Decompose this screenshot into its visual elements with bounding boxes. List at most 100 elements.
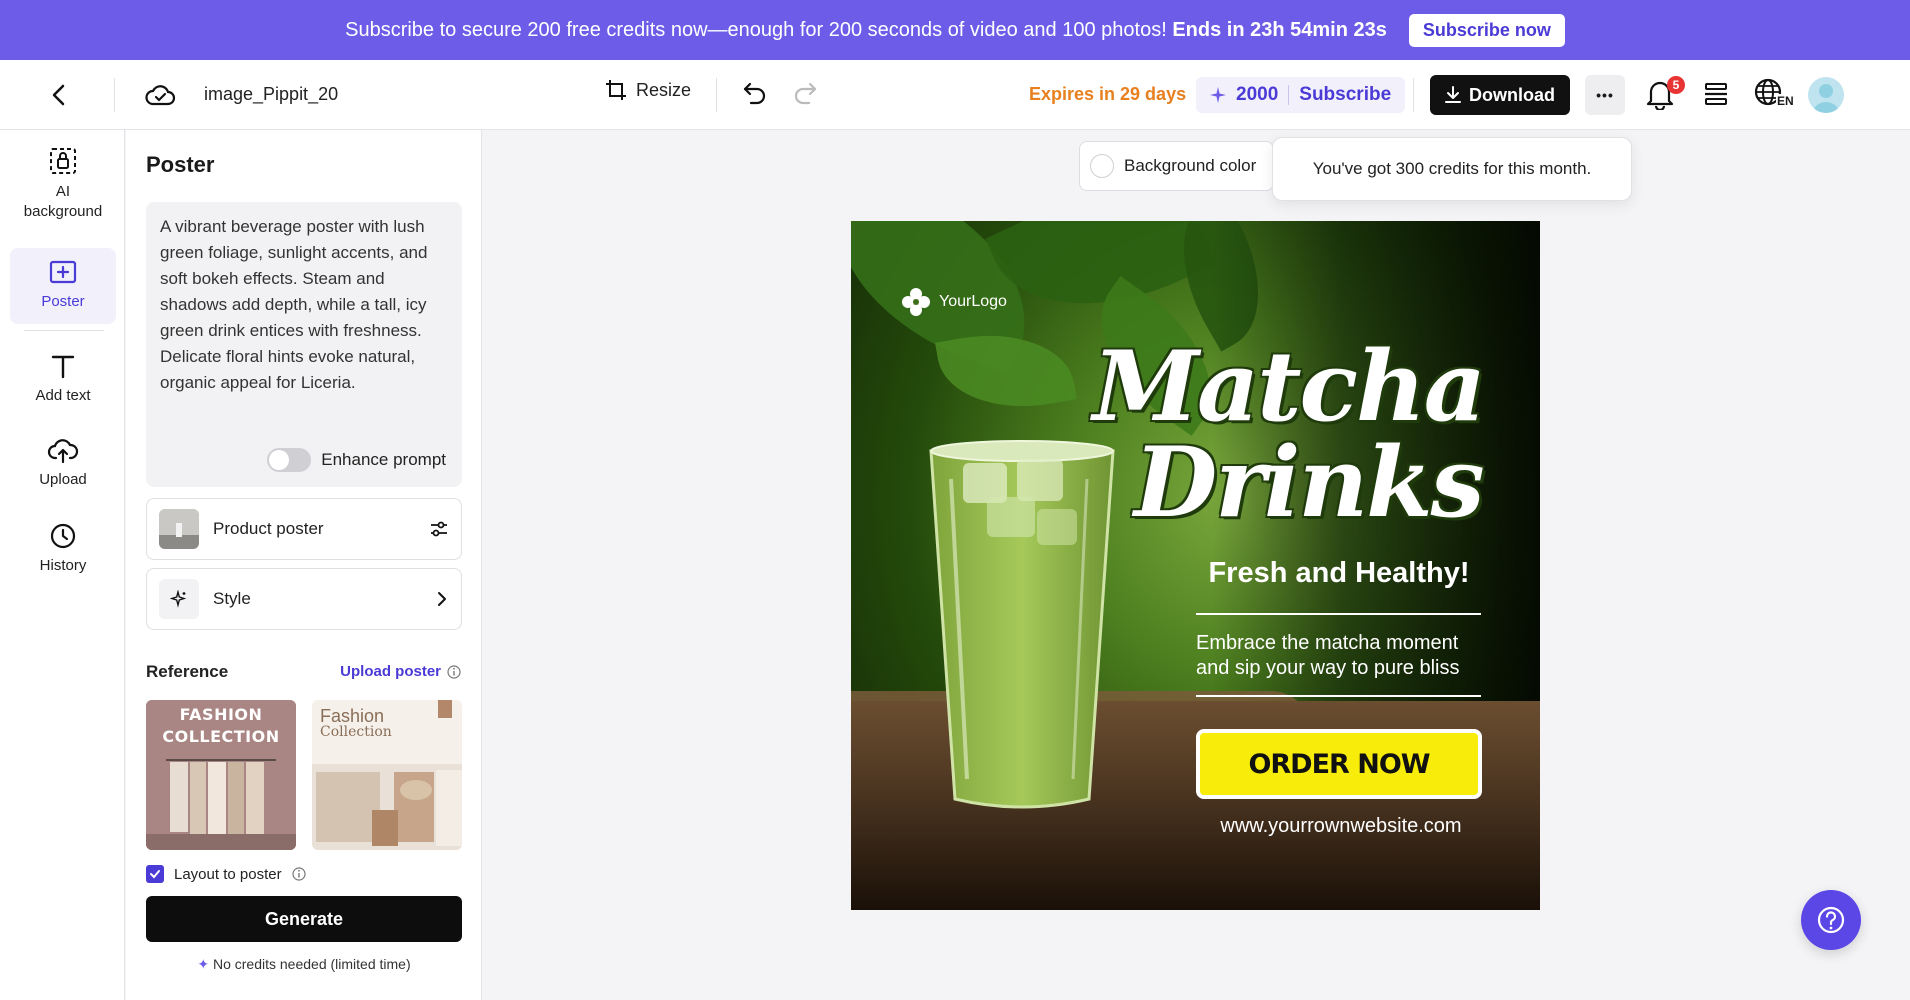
layout-to-poster-checkbox[interactable]: Layout to poster [146, 865, 306, 883]
ref2-title-line1: Fashion [320, 706, 385, 726]
divider [114, 78, 115, 112]
prompt-textarea[interactable]: A vibrant beverage poster with lush gree… [146, 202, 462, 487]
ref2-title-line2: Collection [320, 724, 392, 740]
sparkle-icon: ✦ [197, 956, 210, 972]
enhance-label: Enhance prompt [321, 450, 446, 469]
undo-icon[interactable] [742, 80, 768, 111]
prompt-text: A vibrant beverage poster with lush gree… [160, 217, 428, 392]
layers-icon[interactable] [1703, 80, 1729, 113]
layout-label: Layout to poster [174, 865, 282, 883]
logo-flower-icon [902, 288, 930, 316]
divider [1413, 78, 1414, 112]
matcha-glass [929, 440, 1115, 809]
ref1-title-line1: FASHION [179, 705, 263, 724]
rail-label: Add text [35, 387, 91, 404]
generate-button[interactable]: Generate [146, 896, 462, 942]
rail-item-upload[interactable]: Upload [10, 436, 116, 490]
poster-divider [1196, 613, 1481, 615]
upload-icon [47, 439, 79, 464]
more-icon: ••• [1596, 87, 1614, 103]
download-icon [1445, 86, 1461, 103]
poster-title-line1: Matcha [1092, 330, 1486, 443]
credits-tooltip: You've got 300 credits for this month. [1272, 137, 1632, 201]
language-selector[interactable]: EN [1754, 78, 1795, 108]
style-option[interactable]: Style [146, 568, 462, 630]
resize-label: Resize [636, 79, 692, 100]
poster-panel: Poster A vibrant beverage poster with lu… [126, 130, 482, 1000]
rail-label: AI background [23, 183, 103, 220]
rail-label: Poster [41, 293, 85, 310]
avatar[interactable] [1808, 77, 1844, 113]
document-title[interactable]: image_Pippit_20 [204, 84, 338, 105]
left-rail: AI background Poster Add text Upload His… [0, 130, 125, 1000]
chevron-right-icon [438, 592, 446, 606]
text-icon [51, 355, 75, 379]
credits-pill[interactable]: 2000 Subscribe [1196, 77, 1406, 113]
ref1-title-line2: COLLECTION [162, 727, 280, 746]
product-poster-label: Product poster [213, 519, 324, 538]
more-options-button[interactable]: ••• [1585, 75, 1625, 115]
download-label: Download [1469, 84, 1555, 105]
promo-text: Subscribe to secure 200 free credits now… [345, 18, 1387, 41]
reference-thumbnail-fashion-1[interactable]: FASHION COLLECTION [146, 700, 296, 850]
upload-poster-label: Upload poster [340, 663, 441, 680]
ai-background-icon [50, 148, 76, 174]
poster-logo: YourLogo [901, 287, 1007, 317]
notification-badge: 5 [1667, 76, 1685, 94]
style-label: Style [213, 589, 251, 608]
redo-icon[interactable] [792, 80, 818, 111]
panel-title: Poster [146, 152, 215, 177]
download-button[interactable]: Download [1430, 75, 1570, 115]
info-icon[interactable] [291, 867, 306, 881]
rail-item-add-text[interactable]: Add text [10, 352, 116, 406]
expires-label: Expires in 29 days [1029, 84, 1187, 104]
tooltip-text: You've got 300 credits for this month. [1312, 159, 1592, 178]
subscribe-now-button[interactable]: Subscribe now [1408, 13, 1565, 47]
checkbox-checked[interactable] [146, 865, 164, 883]
resize-icon [606, 80, 626, 100]
divider [1288, 85, 1290, 105]
poster-subtitle[interactable]: Fresh and Healthy! [1194, 557, 1484, 590]
resize-button[interactable]: Resize [604, 78, 691, 102]
toggle-switch[interactable] [267, 448, 312, 472]
reference-heading: Reference [146, 662, 229, 681]
style-icon-box [159, 579, 199, 619]
poster-website[interactable]: www.yourrownwebsite.com [1196, 815, 1486, 838]
sparkle-icon [170, 590, 187, 608]
order-now-button[interactable]: ORDER NOW [1196, 729, 1482, 799]
no-credits-note: ✦ No credits needed (limited time) [146, 956, 462, 973]
language-code: EN [1776, 94, 1795, 108]
history-icon [50, 523, 76, 549]
rail-label: Upload [39, 471, 87, 488]
promo-banner: Subscribe to secure 200 free credits now… [0, 0, 1910, 60]
check-icon [150, 870, 160, 879]
background-color-label: Background color [1124, 156, 1257, 175]
color-swatch [1090, 154, 1114, 178]
help-button[interactable] [1801, 890, 1861, 950]
sparkle-icon [1210, 87, 1226, 103]
poster-title[interactable]: Matcha Drinks [1092, 330, 1486, 539]
poster-title-line2: Drinks [1134, 426, 1485, 539]
settings-sliders-icon[interactable] [429, 519, 449, 539]
background-color-button[interactable]: Background color [1079, 141, 1274, 191]
rail-label: History [39, 557, 87, 574]
product-poster-thumbnail [159, 509, 199, 549]
reference-thumbnail-fashion-2[interactable]: Fashion Collection [312, 700, 462, 850]
question-icon [1817, 906, 1845, 934]
poster-icon [49, 260, 77, 284]
back-icon[interactable] [44, 80, 74, 110]
rail-item-history[interactable]: History [10, 522, 116, 576]
product-poster-option[interactable]: Product poster [146, 498, 462, 560]
info-icon[interactable] [447, 664, 461, 679]
rail-item-poster[interactable]: Poster [10, 248, 116, 324]
no-credits-text: No credits needed (limited time) [212, 956, 411, 972]
subscribe-link[interactable]: Subscribe [1299, 84, 1391, 106]
poster-canvas[interactable]: YourLogo Matcha Drinks Fresh and Healthy… [851, 221, 1540, 910]
divider [24, 330, 104, 331]
upload-poster-link[interactable]: Upload poster [340, 663, 461, 680]
cloud-sync-icon[interactable] [144, 80, 176, 110]
logo-text: YourLogo [939, 293, 1007, 310]
enhance-prompt-toggle[interactable]: Enhance prompt [267, 447, 446, 473]
rail-item-ai-background[interactable]: AI background [10, 146, 116, 222]
poster-tagline[interactable]: Embrace the matcha moment and sip your w… [1196, 631, 1481, 681]
